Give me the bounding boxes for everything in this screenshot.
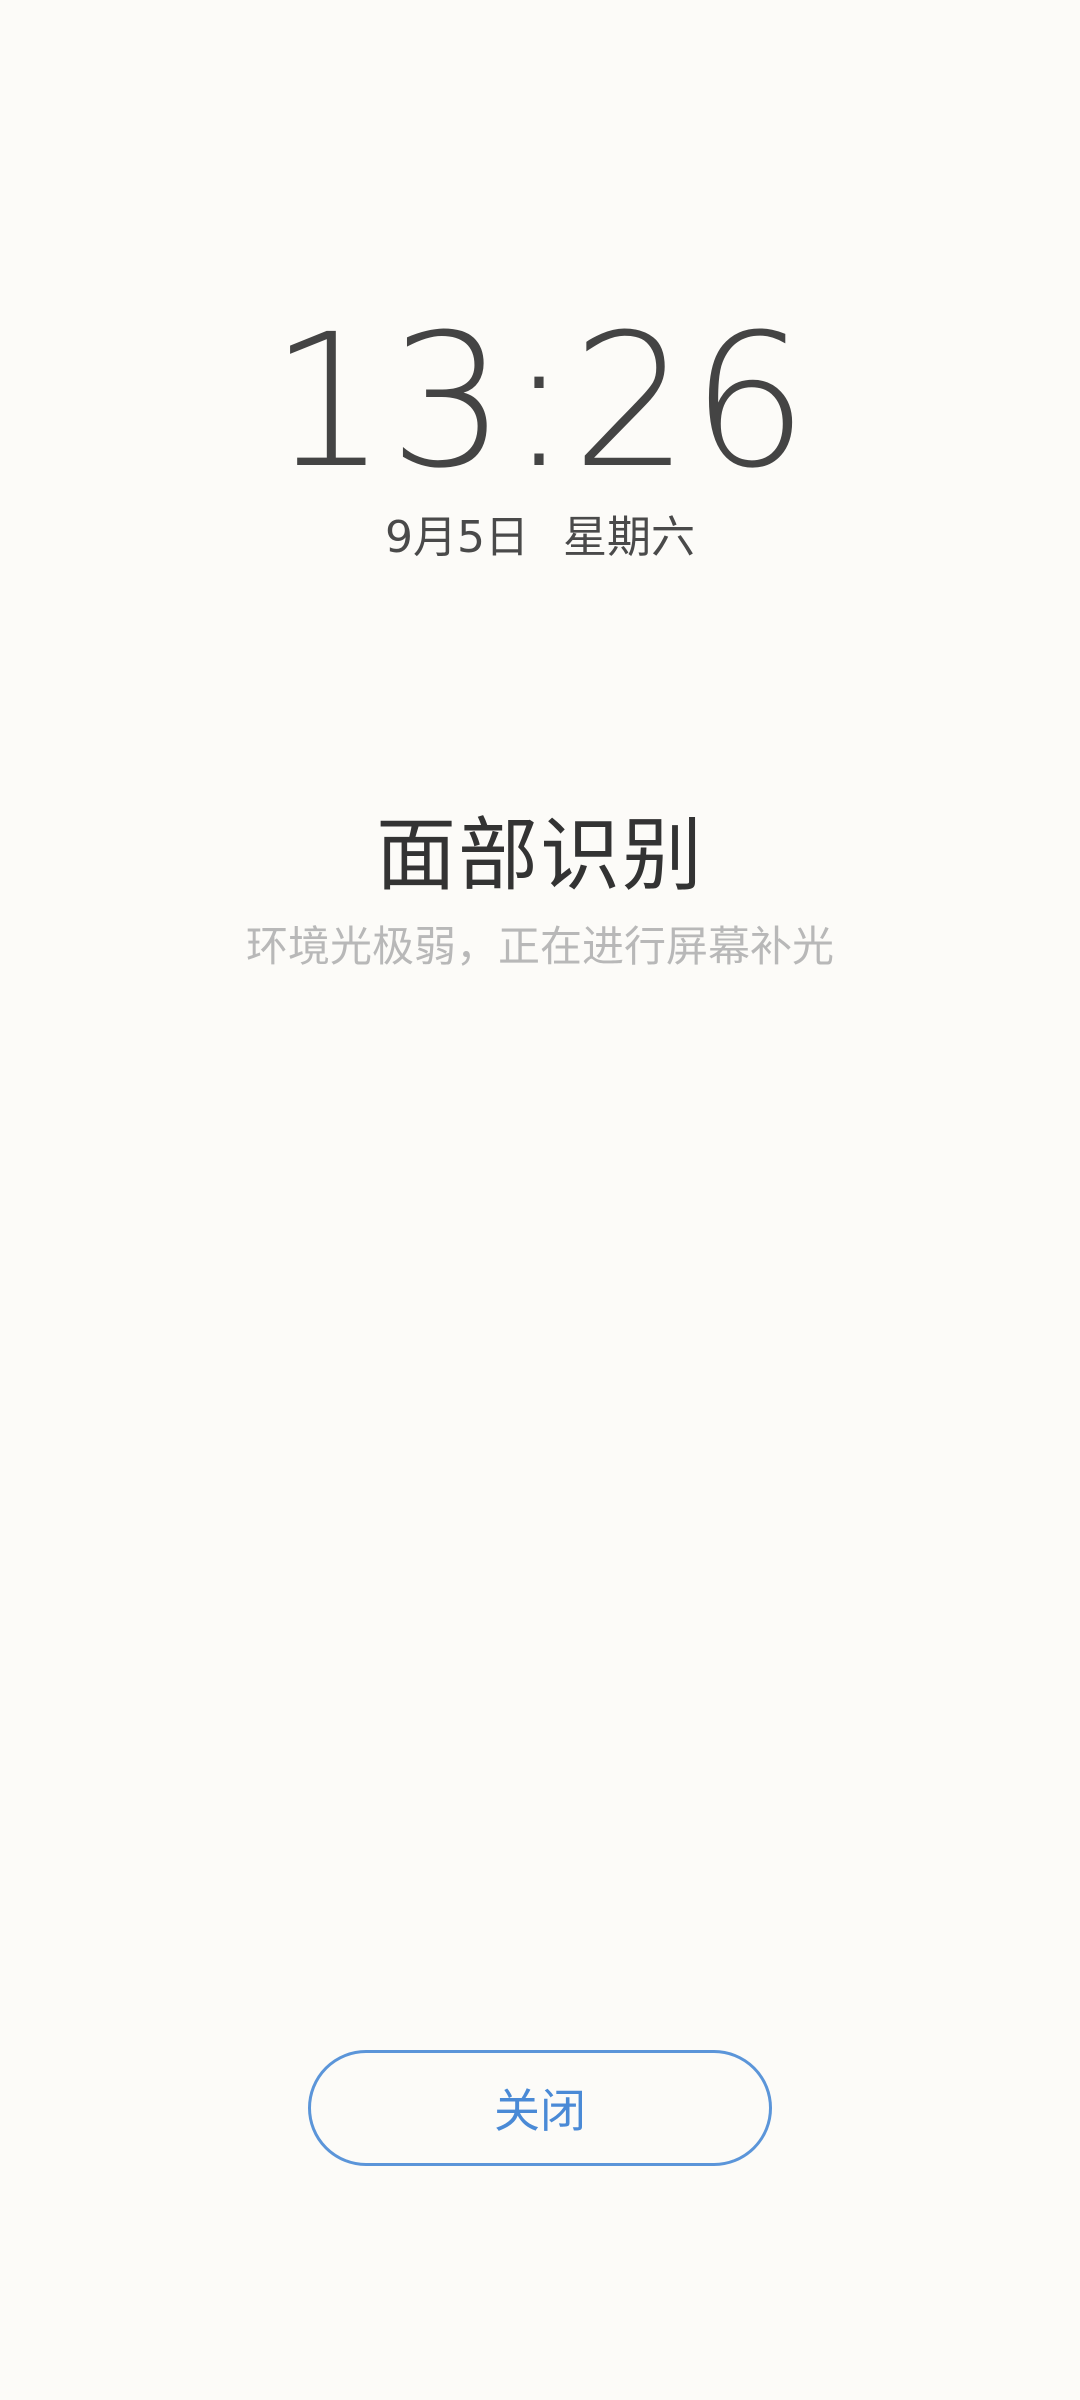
screen-fill-light-hint: 环境光极弱，正在进行屏幕补光 xyxy=(245,922,834,971)
close-button[interactable]: 关闭 xyxy=(308,2050,772,2166)
date-label: 9月5日 xyxy=(385,512,529,563)
date-row: 9月5日 星期六 xyxy=(0,516,1080,560)
clock-time: 13:26 xyxy=(269,295,811,509)
face-recognition-title: 面部识别 xyxy=(376,809,704,902)
weekday-label: 星期六 xyxy=(563,512,695,563)
